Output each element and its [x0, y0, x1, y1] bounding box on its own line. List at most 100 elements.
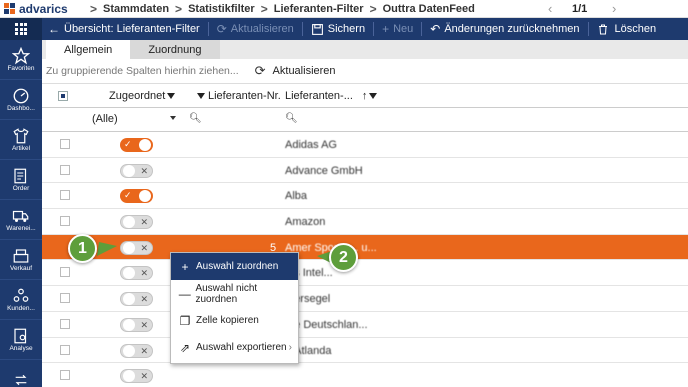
- divider: [373, 22, 375, 36]
- tab-allgemein[interactable]: Allgemein: [46, 40, 131, 59]
- filter-icon[interactable]: [167, 93, 176, 99]
- assigned-toggle[interactable]: ✕: [120, 163, 153, 178]
- undo-label: Änderungen zurücknehmen: [444, 23, 580, 35]
- back-title: Übersicht: Lieferanten-Filter: [64, 23, 200, 35]
- arrow-left-icon: ←: [48, 22, 60, 36]
- sidebar-item-wareneingang[interactable]: Warenei...: [0, 200, 42, 240]
- sort-ascending-icon[interactable]: ↑: [362, 90, 368, 102]
- divider: [587, 22, 589, 36]
- breadcrumb-statistikfilter[interactable]: Statistikfilter: [188, 3, 255, 15]
- filter-icon[interactable]: [369, 93, 378, 99]
- close-icon: ✕: [140, 242, 148, 253]
- toggle-knob: [123, 344, 135, 357]
- new-button[interactable]: + Neu: [382, 22, 413, 36]
- menu-item-auswahl-exportieren[interactable]: ⇗ Auswahl exportieren ›: [171, 334, 298, 361]
- logo-text: advarics: [19, 1, 68, 16]
- sidebar-item-more[interactable]: [0, 360, 42, 387]
- assigned-toggle[interactable]: ✕: [120, 317, 153, 332]
- check-icon: ✓: [124, 139, 132, 149]
- select-all-checkbox[interactable]: [58, 91, 68, 101]
- menu-item-auswahl-zuordnen[interactable]: + Auswahl zuordnen: [171, 253, 298, 280]
- refresh-icon: ⟳: [216, 22, 227, 36]
- row-checkbox[interactable]: [60, 139, 70, 149]
- assigned-toggle[interactable]: ✕: [120, 292, 153, 307]
- chevron-right-icon: >: [369, 1, 377, 16]
- table-row[interactable]: ✕ Advance GmbH: [42, 157, 688, 184]
- previous-record-icon[interactable]: ‹: [548, 1, 552, 16]
- row-checkbox[interactable]: [60, 370, 70, 381]
- row-checkbox[interactable]: [60, 190, 70, 201]
- sidebar-item-label: Kunden...: [7, 305, 35, 312]
- sidebar: Favoriten Dashbo... Artikel Order Warene…: [0, 18, 42, 387]
- next-record-icon[interactable]: ›: [612, 1, 616, 16]
- undo-icon: ↶: [430, 22, 441, 36]
- top-bar: advarics > Stammdaten > Statistikfilter …: [0, 0, 688, 18]
- app-grid-button[interactable]: [0, 18, 42, 40]
- sidebar-item-dashboard[interactable]: Dashbo...: [0, 80, 42, 120]
- row-checkbox[interactable]: [60, 267, 70, 278]
- sidebar-item-order[interactable]: Order: [0, 160, 42, 200]
- grid-refresh-button[interactable]: ⟳ Aktualisieren: [255, 63, 336, 79]
- assigned-toggle[interactable]: ✕: [120, 266, 153, 281]
- breadcrumb-outtra-datenfeed[interactable]: Outtra DatenFeed: [383, 3, 475, 15]
- register-icon: [13, 249, 29, 263]
- menu-item-zelle-kopieren[interactable]: ❐ Zelle kopieren: [171, 307, 298, 334]
- undo-button[interactable]: ↶ Änderungen zurücknehmen: [430, 22, 579, 36]
- back-button[interactable]: ← Übersicht: Lieferanten-Filter: [48, 22, 200, 36]
- assigned-toggle[interactable]: ✓: [120, 189, 153, 204]
- table-row[interactable]: ✕ 5 Amer Sports ... u...: [42, 234, 688, 261]
- table-row[interactable]: ✓ Adidas AG: [42, 132, 688, 158]
- sidebar-item-analyse[interactable]: Analyse: [0, 320, 42, 360]
- breadcrumb-lieferanten-filter[interactable]: Lieferanten-Filter: [274, 3, 364, 15]
- save-button[interactable]: Sichern: [311, 23, 365, 36]
- search-icon[interactable]: 🔍︎: [189, 113, 202, 124]
- row-checkbox[interactable]: [60, 216, 70, 227]
- export-icon: ⇗: [179, 340, 191, 355]
- table-row[interactable]: ✕ ...s Intel...: [42, 260, 688, 287]
- trash-icon: [598, 24, 607, 34]
- sidebar-item-label: Order: [12, 185, 30, 192]
- menu-item-auswahl-nicht-zuordnen[interactable]: — Auswahl nicht zuordnen: [171, 280, 298, 307]
- row-checkbox[interactable]: [60, 318, 70, 329]
- sidebar-item-verkauf[interactable]: Verkauf: [0, 240, 42, 280]
- callout-1: 1: [68, 234, 97, 263]
- sidebar-item-label: Verkauf: [9, 265, 33, 272]
- table-row[interactable]: ✓ Alba: [42, 183, 688, 210]
- shirt-icon: [13, 128, 29, 144]
- row-checkbox[interactable]: [60, 293, 70, 304]
- assigned-toggle[interactable]: ✕: [120, 240, 153, 255]
- table-row[interactable]: ✕ Amazon: [42, 209, 688, 235]
- chevron-right-icon: >: [90, 1, 98, 16]
- sidebar-item-favoriten[interactable]: Favoriten: [0, 40, 42, 80]
- search-icon[interactable]: 🔍︎: [285, 113, 298, 124]
- column-header-lieferanten-nr[interactable]: Lieferanten-Nr.: [197, 90, 281, 102]
- action-bar: ← Übersicht: Lieferanten-Filter ⟳ Aktual…: [42, 18, 688, 40]
- assigned-toggle[interactable]: ✕: [120, 343, 153, 358]
- filter-icon[interactable]: [197, 93, 205, 99]
- column-header-zugeordnet[interactable]: Zugeordnet: [109, 90, 176, 102]
- breadcrumb-stammdaten[interactable]: Stammdaten: [103, 3, 169, 15]
- refresh-button[interactable]: ⟳ Aktualisieren: [217, 22, 294, 36]
- toggle-knob: [139, 139, 151, 151]
- supplier-name: Amazon: [285, 216, 326, 229]
- chevron-right-icon: >: [175, 1, 183, 16]
- row-checkbox[interactable]: [60, 344, 70, 355]
- zugeordnet-filter-select[interactable]: (Alle): [92, 113, 118, 125]
- table-row[interactable]: ✕ ...Atlanda: [42, 337, 688, 364]
- toggle-knob: [123, 241, 135, 254]
- delete-button[interactable]: Löschen: [597, 23, 656, 36]
- chevron-down-icon[interactable]: [170, 116, 176, 120]
- sidebar-item-kunden[interactable]: Kunden...: [0, 280, 42, 320]
- toggle-knob: [123, 293, 135, 306]
- row-checkbox[interactable]: [60, 164, 70, 175]
- tab-zuordnung[interactable]: Zuordnung: [130, 40, 220, 59]
- assigned-toggle[interactable]: ✓: [120, 138, 153, 152]
- table-row[interactable]: ✕ ...e Deutschlan...: [42, 311, 688, 338]
- table-row[interactable]: ✕: [42, 363, 688, 387]
- assigned-toggle[interactable]: ✕: [120, 215, 153, 230]
- sidebar-item-artikel[interactable]: Artikel: [0, 120, 42, 160]
- table-row[interactable]: ✕ ...ersegel: [42, 286, 688, 312]
- column-header-lieferanten-name[interactable]: Lieferanten-... ↑: [285, 90, 378, 102]
- assigned-toggle[interactable]: ✕: [120, 369, 153, 384]
- logo: advarics: [0, 2, 90, 16]
